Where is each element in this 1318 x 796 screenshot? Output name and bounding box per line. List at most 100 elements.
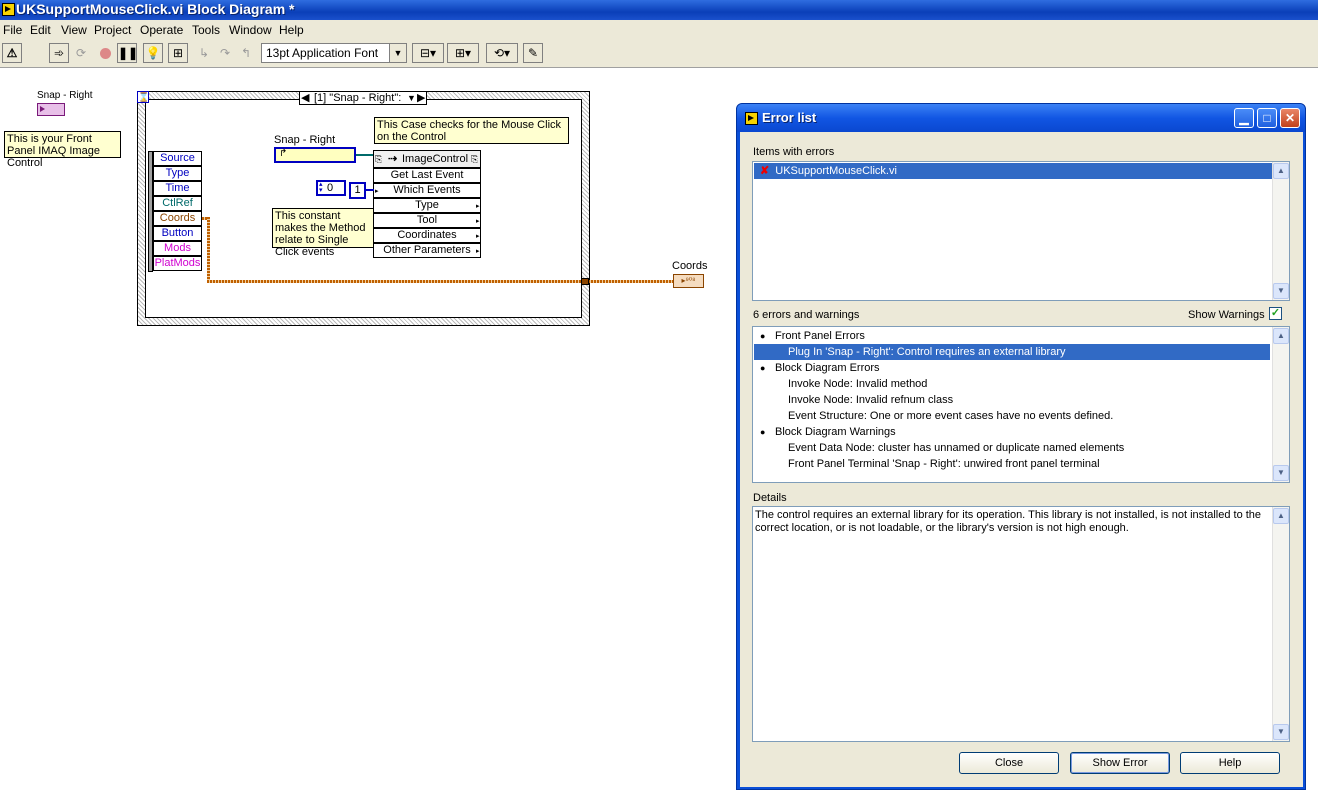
error-list-title: Error list [762, 110, 817, 125]
event-data-button[interactable]: Button [153, 226, 202, 241]
comment-front-panel: This is your Front Panel IMAQ Image Cont… [4, 131, 121, 169]
list-item[interactable]: Front Panel Terminal 'Snap - Right': unw… [754, 456, 1270, 472]
highlight-execution-icon[interactable]: 💡 [143, 43, 163, 63]
invoke-method[interactable]: Get Last Event [373, 168, 481, 183]
terminal-arrow-icon [40, 106, 45, 112]
constant-wire[interactable] [366, 189, 374, 191]
decrement-icon[interactable]: ◀ [301, 92, 309, 104]
increment-icon[interactable]: ▶ [417, 92, 425, 104]
scroll-down-icon[interactable]: ▼ [1273, 465, 1289, 481]
help-button[interactable]: Help [1180, 752, 1280, 774]
scrollbar[interactable]: ▲ ▼ [1272, 507, 1289, 741]
list-item-label: Front Panel Terminal 'Snap - Right': unw… [788, 458, 1100, 470]
scrollbar[interactable]: ▲ ▼ [1272, 327, 1289, 482]
minimize-icon[interactable]: ▁ [1234, 108, 1254, 128]
details-box[interactable]: The control requires an external library… [752, 506, 1290, 742]
coords-wire[interactable] [207, 280, 673, 283]
scroll-down-icon[interactable]: ▼ [1273, 724, 1289, 740]
font-select-value: 13pt Application Font [266, 46, 379, 60]
arrow-right-icon: ▸ [476, 233, 480, 240]
menu-operate[interactable]: Operate [140, 23, 183, 37]
node-row-coordinates[interactable]: Coordinates [373, 228, 481, 243]
list-item[interactable]: Invoke Node: Invalid method [754, 376, 1270, 392]
step-into-icon[interactable]: ↳ [194, 43, 214, 63]
warning-icon[interactable]: ⚠ [2, 43, 22, 63]
refnum-wire[interactable] [356, 154, 374, 156]
array-constant[interactable]: 1 [349, 182, 366, 199]
errors-list[interactable]: ● Front Panel Errors Plug In 'Snap - Right… [752, 326, 1290, 483]
event-data-source[interactable]: Source [153, 151, 202, 166]
details-text: The control requires an external library… [755, 509, 1262, 534]
chevron-down-icon: ▼ [389, 44, 406, 62]
tunnel[interactable] [581, 278, 589, 285]
list-item-label: Event Structure: One or more event cases… [788, 410, 1114, 422]
scrollbar[interactable]: ▲ ▼ [1272, 162, 1289, 300]
arrow-right-icon: ▸ [375, 188, 379, 195]
hourglass-icon[interactable]: ⌛ [137, 91, 149, 103]
distribute-objects-icon[interactable]: ⊞▾ [447, 43, 479, 63]
step-out-icon[interactable]: ↰ [236, 43, 256, 63]
clean-up-diagram-icon[interactable]: ✎ [523, 43, 543, 63]
menu-view[interactable]: View [61, 23, 87, 37]
close-button[interactable]: Close [959, 752, 1059, 774]
close-icon[interactable]: ✕ [1280, 108, 1300, 128]
run-continuously-icon[interactable]: ⟳ [71, 43, 91, 63]
image-control-refnum[interactable]: ↱ [274, 147, 356, 163]
snap-right-terminal[interactable] [37, 103, 65, 116]
list-item[interactable]: Plug In 'Snap - Right': Control requires… [754, 344, 1270, 360]
show-warnings-checkbox[interactable]: ✓ [1269, 307, 1282, 320]
node-row-which-events[interactable]: Which Events [373, 183, 481, 198]
invoke-node-header[interactable]: ⎘ ⇢ ImageControl ⎘ [373, 150, 481, 168]
arrow-right-icon: ▸ [476, 203, 480, 210]
coords-indicator[interactable]: ▸⁹⁰⁸ [673, 274, 704, 288]
increment-decrement-icon[interactable]: ▴ ▾ [319, 181, 323, 194]
font-select[interactable]: 13pt Application Font ▼ [261, 43, 407, 63]
scroll-up-icon[interactable]: ▲ [1273, 163, 1289, 179]
node-row-type[interactable]: Type [373, 198, 481, 213]
menu-tools[interactable]: Tools [192, 23, 220, 37]
coords-wire-vertical[interactable] [207, 217, 210, 282]
abort-icon[interactable] [95, 43, 115, 63]
event-data-mods[interactable]: Mods [153, 241, 202, 256]
retain-wire-values-icon[interactable]: ⊞ [168, 43, 188, 63]
event-data-time[interactable]: Time [153, 181, 202, 196]
node-row-other-parameters[interactable]: Other Parameters [373, 243, 481, 258]
chevron-down-icon[interactable]: ▼ [407, 92, 416, 104]
list-item[interactable]: ✘ UKSupportMouseClick.vi [754, 163, 1272, 179]
maximize-icon[interactable]: □ [1257, 108, 1277, 128]
error-list-title-bar[interactable]: Error list [737, 104, 1305, 132]
list-item[interactable]: ● Block Diagram Warnings [754, 424, 1270, 440]
align-objects-icon[interactable]: ⊟▾ [412, 43, 444, 63]
event-data-coords[interactable]: Coords [153, 211, 202, 226]
event-data-platmods[interactable]: PlatMods [153, 256, 202, 271]
list-item[interactable]: Event Data Node: cluster has unnamed or … [754, 440, 1270, 456]
step-over-icon[interactable]: ↷ [215, 43, 235, 63]
list-item[interactable]: Invoke Node: Invalid refnum class [754, 392, 1270, 408]
show-error-button[interactable]: Show Error [1070, 752, 1170, 774]
scroll-down-icon[interactable]: ▼ [1273, 283, 1289, 299]
menu-file[interactable]: File [3, 23, 22, 37]
event-data-type[interactable]: Type [153, 166, 202, 181]
reorder-icon[interactable]: ⟲▾ [486, 43, 518, 63]
items-with-errors-list[interactable]: ✘ UKSupportMouseClick.vi ▲ ▼ [752, 161, 1290, 301]
menu-window[interactable]: Window [229, 23, 272, 37]
menu-bar: File Edit View Project Operate Tools Win… [0, 20, 1318, 39]
refnum-in-icon: ⎘ [375, 154, 383, 164]
window-title-bar[interactable]: UKSupportMouseClick.vi Block Diagram * [0, 0, 1318, 20]
list-item[interactable]: ● Front Panel Errors [754, 328, 1270, 344]
node-row-tool[interactable]: Tool [373, 213, 481, 228]
list-item[interactable]: ● Block Diagram Errors [754, 360, 1270, 376]
list-item[interactable]: Event Structure: One or more event cases… [754, 408, 1270, 424]
arrow-right-icon: ▸ [476, 248, 480, 255]
run-arrow-icon[interactable]: ➾ [49, 43, 69, 63]
errors-count-label: 6 errors and warnings [753, 309, 860, 321]
menu-help[interactable]: Help [279, 23, 304, 37]
event-data-ctlref[interactable]: CtlRef [153, 196, 202, 211]
numeric-constant[interactable]: ▴ ▾ 0 [316, 180, 346, 196]
scroll-up-icon[interactable]: ▲ [1273, 508, 1289, 524]
menu-edit[interactable]: Edit [30, 23, 51, 37]
scroll-up-icon[interactable]: ▲ [1273, 328, 1289, 344]
event-case-selector[interactable]: ◀ [1] "Snap - Right": ▼ ▶ [299, 91, 427, 105]
pause-icon[interactable]: ❚❚ [117, 43, 138, 63]
menu-project[interactable]: Project [94, 23, 131, 37]
